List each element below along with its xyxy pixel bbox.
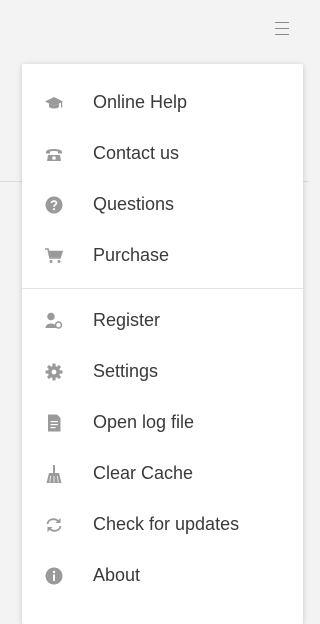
menu-item-settings[interactable]: Settings [22,346,303,397]
dropdown-menu: Online Help Contact us Questions Purchas… [22,64,303,624]
menu-item-contact-us[interactable]: Contact us [22,128,303,179]
broom-icon [44,464,64,484]
menu-item-label: Check for updates [93,514,240,534]
menu-item-check-for-updates[interactable]: Check for updates [22,499,303,550]
menu-item-purchase[interactable]: Purchase [22,230,303,281]
shopping-cart-icon [44,246,64,266]
menu-item-open-log-file[interactable]: Open log file [22,397,303,448]
document-icon [44,413,64,433]
menu-item-label: Open log file [93,412,195,432]
menu-item-label: Contact us [93,143,180,163]
menu-item-label: Clear Cache [93,463,194,483]
telephone-icon [44,144,64,164]
menu-item-label: Questions [93,194,175,214]
menu-item-questions[interactable]: Questions [22,179,303,230]
menu-separator [22,288,303,289]
menu-item-about[interactable]: About [22,550,303,601]
menu-item-label: Register [93,310,161,330]
menu-item-online-help[interactable]: Online Help [22,77,303,128]
menu-group-app: Register Settings Open log file Clear Ca… [22,295,303,601]
menu-item-clear-cache[interactable]: Clear Cache [22,448,303,499]
graduation-cap-icon [44,93,64,113]
hamburger-icon[interactable] [275,22,289,35]
refresh-icon [44,515,64,535]
question-circle-icon [44,195,64,215]
user-key-icon [44,311,64,331]
menu-item-label: Settings [93,361,159,381]
menu-item-register[interactable]: Register [22,295,303,346]
menu-item-label: About [93,565,141,585]
menu-item-label: Online Help [93,92,188,112]
app-window: Online Help Contact us Questions Purchas… [0,0,309,624]
info-circle-icon [44,566,64,586]
menu-group-help: Online Help Contact us Questions Purchas… [22,64,303,281]
menu-item-label: Purchase [93,245,170,265]
gear-icon [44,362,64,382]
